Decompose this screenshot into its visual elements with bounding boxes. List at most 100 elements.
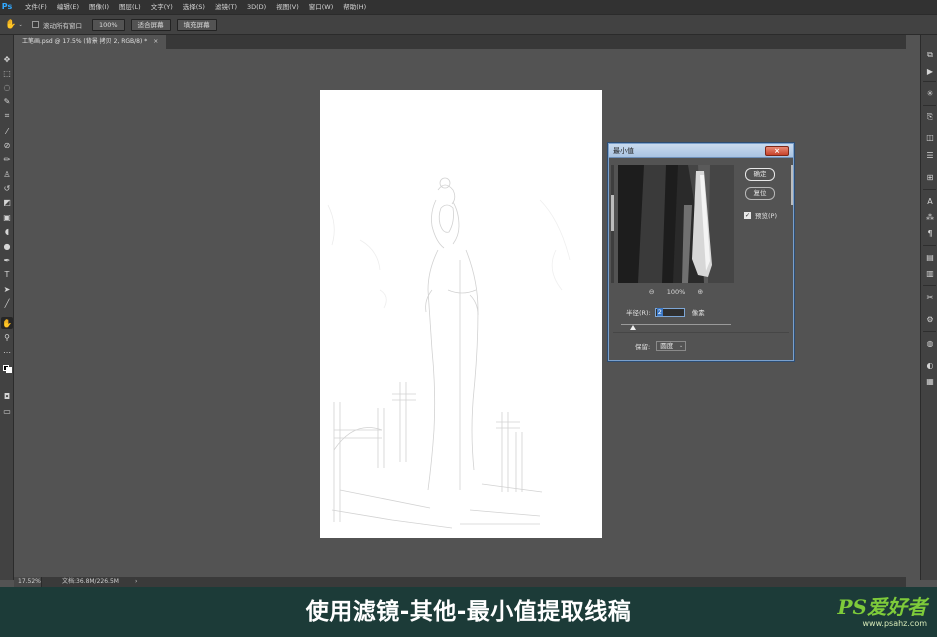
healing-brush-icon[interactable]: ⊘ xyxy=(1,139,13,151)
screen-mode-icon[interactable]: ▭ xyxy=(1,405,13,417)
chevron-down-icon: ⌄ xyxy=(679,343,684,349)
menu-edit[interactable]: 编辑(E) xyxy=(52,0,84,14)
clone-stamp-icon[interactable]: ♙ xyxy=(1,168,13,180)
history-brush-icon[interactable]: ↺ xyxy=(1,182,13,194)
layers-icon[interactable]: ◫ xyxy=(924,131,936,143)
panel-gutter xyxy=(906,35,920,580)
blur-tool-icon[interactable]: ◖ xyxy=(1,225,13,237)
filter-preview[interactable] xyxy=(618,165,734,283)
menu-layer[interactable]: 图层(L) xyxy=(114,0,146,14)
line-tool-icon[interactable]: ╱ xyxy=(1,297,13,309)
quick-select-tool-icon[interactable]: ✎ xyxy=(1,95,13,107)
marquee-tool-icon[interactable]: ⬚ xyxy=(1,67,13,79)
checkbox-box[interactable] xyxy=(32,21,39,28)
more-tools-icon[interactable]: ⋯ xyxy=(1,346,13,358)
preview-check-icon[interactable]: ✓ xyxy=(744,211,751,219)
glyphs-icon[interactable]: ⁂ xyxy=(924,211,936,223)
type-tool-icon[interactable]: T xyxy=(1,268,13,280)
menu-window[interactable]: 窗口(W) xyxy=(304,0,339,14)
menu-file[interactable]: 文件(F) xyxy=(20,0,52,14)
preserve-value: 圆度 xyxy=(660,342,674,350)
path-select-icon[interactable]: ➤ xyxy=(1,283,13,295)
move-tool-icon[interactable]: ✥ xyxy=(1,53,13,65)
status-bar: 17.52% 文档:36.8M/226.5M › xyxy=(14,577,906,587)
channels-icon[interactable]: ◍ xyxy=(924,337,936,349)
hand-tool-icon[interactable]: ✋ xyxy=(1,317,13,329)
color-swatch-icon[interactable] xyxy=(1,362,13,374)
ok-button[interactable]: 确定 xyxy=(745,168,775,181)
swatches-icon[interactable]: ▦ xyxy=(924,375,936,387)
properties-icon[interactable]: ☰ xyxy=(924,149,936,161)
menu-image[interactable]: 图像(I) xyxy=(84,0,114,14)
document-canvas[interactable] xyxy=(320,90,602,538)
minimum-filter-dialog: 最小值 × 确定 复位 ✓ 预览(P) ⊖ 100% ⊕ 半径(R): 2 像素… xyxy=(608,143,794,361)
menu-filter[interactable]: 滤镜(T) xyxy=(210,0,242,14)
panel-separator xyxy=(923,245,936,246)
paragraph-icon[interactable]: ¶ xyxy=(924,227,936,239)
eraser-tool-icon[interactable]: ◩ xyxy=(1,196,13,208)
radius-slider-thumb[interactable] xyxy=(630,325,636,330)
tools-panel: ✥ ⬚ ◌ ✎ ⌗ ⁄ ⊘ ✏ ♙ ↺ ◩ ▣ ◖ ● ✒ T ➤ ╱ ✋ ⚲ … xyxy=(0,35,14,580)
brush-tool-icon[interactable]: ✏ xyxy=(1,153,13,165)
dialog-divider xyxy=(613,332,789,333)
document-tab[interactable]: 工笔画.psd @ 17.5% (背景 拷贝 2, RGB/8) * × xyxy=(14,35,167,49)
character-icon[interactable]: A xyxy=(924,195,936,207)
brush-settings-icon[interactable]: ⚙ xyxy=(924,313,936,325)
notes-icon[interactable]: ▤ xyxy=(924,251,936,263)
radius-value[interactable]: 2 xyxy=(656,307,663,316)
libraries-icon[interactable]: ⊞ xyxy=(924,171,936,183)
clone-source-icon[interactable]: ⎘ xyxy=(924,111,936,123)
quick-mask-icon[interactable]: ◘ xyxy=(1,390,13,402)
adjustments-icon[interactable]: ✳ xyxy=(924,87,936,99)
menu-3d[interactable]: 3D(D) xyxy=(242,0,271,14)
panel-separator xyxy=(923,189,936,190)
radius-input[interactable]: 2 xyxy=(654,307,685,317)
menu-help[interactable]: 帮助(H) xyxy=(338,0,371,14)
actions-play-icon[interactable]: ▶ xyxy=(924,65,936,77)
panel-separator xyxy=(923,285,936,286)
dialog-close-button[interactable]: × xyxy=(765,146,789,156)
caption-text: 使用滤镜-其他-最小值提取线稿 xyxy=(305,599,632,625)
radius-slider-track[interactable] xyxy=(621,324,731,325)
document-size-info: 文档:36.8M/226.5M xyxy=(62,578,119,585)
zoom-out-icon[interactable]: ⊖ xyxy=(647,287,657,297)
status-menu-arrow-icon[interactable]: › xyxy=(135,577,137,587)
scrollbar-thumb[interactable] xyxy=(611,195,614,231)
right-panel-dock: ⧉ ▶ ✳ ⎘ ◫ ☰ ⊞ A ⁂ ¶ ▤ ▥ ✂ ⚙ ◍ ◐ ▦ xyxy=(920,35,937,580)
menu-type[interactable]: 文字(Y) xyxy=(146,0,178,14)
color-panel-icon[interactable]: ◐ xyxy=(924,359,936,371)
scroll-all-windows-checkbox[interactable]: 滚动所有窗口 xyxy=(32,20,82,30)
preserve-select[interactable]: 圆度 ⌄ xyxy=(656,341,687,351)
reset-button[interactable]: 复位 xyxy=(745,187,775,200)
preserve-label: 保留: xyxy=(635,343,651,351)
pen-tool-icon[interactable]: ✒ xyxy=(1,254,13,266)
photoshop-window: Ps 文件(F) 编辑(E) 图像(I) 图层(L) 文字(Y) 选择(S) 滤… xyxy=(0,0,937,637)
zoom-tool-icon[interactable]: ⚲ xyxy=(1,331,13,343)
zoom-100-button[interactable]: 100% xyxy=(92,18,125,31)
zoom-in-icon[interactable]: ⊕ xyxy=(695,287,705,297)
menu-view[interactable]: 视图(V) xyxy=(271,0,304,14)
menu-select[interactable]: 选择(S) xyxy=(178,0,210,14)
dialog-titlebar[interactable]: 最小值 × xyxy=(609,144,793,158)
close-tab-icon[interactable]: × xyxy=(153,35,158,49)
gradient-tool-icon[interactable]: ▣ xyxy=(1,211,13,223)
dodge-tool-icon[interactable]: ● xyxy=(1,240,13,252)
fit-screen-button[interactable]: 适合屏幕 xyxy=(130,18,171,31)
preview-scrollbar[interactable] xyxy=(611,165,614,283)
caption-banner: 使用滤镜-其他-最小值提取线稿 PS爱好者 www.psahz.com xyxy=(0,587,937,637)
photoshop-logo: Ps xyxy=(1,2,13,11)
preview-label: 预览(P) xyxy=(755,212,777,220)
fill-screen-button[interactable]: 填充屏幕 xyxy=(176,18,217,31)
panel-separator xyxy=(923,105,936,106)
history-panel-icon[interactable]: ⧉ xyxy=(924,49,936,61)
crop-tool-icon[interactable]: ⌗ xyxy=(1,110,13,122)
lasso-tool-icon[interactable]: ◌ xyxy=(1,81,13,93)
eyedropper-tool-icon[interactable]: ⁄ xyxy=(1,125,13,137)
preview-checkbox[interactable]: ✓ 预览(P) xyxy=(744,210,777,220)
hand-icon[interactable]: ✋ ⌄ xyxy=(0,14,28,35)
info-icon[interactable]: ▥ xyxy=(924,267,936,279)
zoom-readout[interactable]: 17.52% xyxy=(14,577,42,587)
document-tab-bar: 工笔画.psd @ 17.5% (背景 拷贝 2, RGB/8) * × xyxy=(14,35,906,49)
radius-unit: 像素 xyxy=(691,309,705,317)
tool-presets-icon[interactable]: ✂ xyxy=(924,291,936,303)
